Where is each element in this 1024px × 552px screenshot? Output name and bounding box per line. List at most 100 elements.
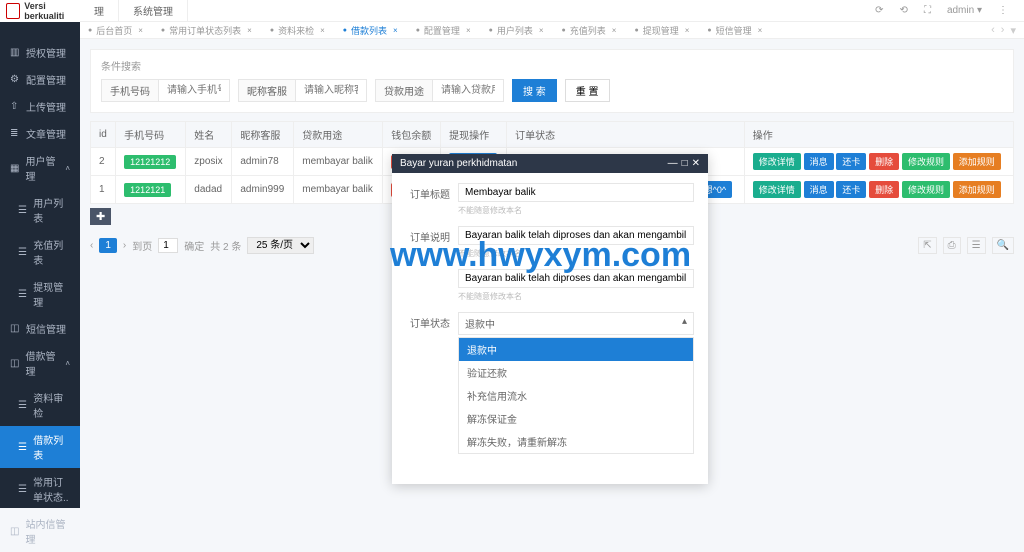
filter-input-0[interactable] <box>433 80 503 101</box>
sidebar-subitem-6-0[interactable]: ☰资料审检 <box>0 384 80 426</box>
dropdown-option[interactable]: 解冻保证金 <box>459 407 693 430</box>
maximize-icon[interactable]: □ <box>682 158 688 169</box>
tab-close-icon[interactable]: × <box>466 26 471 35</box>
column-header[interactable]: 昵称客服 <box>232 122 294 148</box>
more-icon[interactable]: ⋮ <box>998 5 1008 16</box>
tab-2[interactable]: 资料来检 × <box>262 22 333 38</box>
tab-4[interactable]: 配置管理 × <box>408 22 479 38</box>
close-icon[interactable]: ✕ <box>692 158 700 169</box>
tab-7[interactable]: 提现管理 × <box>626 22 697 38</box>
tab-close-icon[interactable]: × <box>758 26 763 35</box>
search-button[interactable]: 搜 索 <box>512 79 557 102</box>
pager-prev[interactable]: ‹ <box>90 240 93 251</box>
submenu-icon: ☰ <box>18 442 27 453</box>
sidebar-item-0[interactable]: ▥授权管理 <box>0 39 80 66</box>
top-tab-0[interactable]: 理 <box>80 0 119 21</box>
minimize-icon[interactable]: — <box>668 158 678 169</box>
tab-close-icon[interactable]: × <box>539 26 544 35</box>
op-blue[interactable]: 消息 <box>804 153 834 170</box>
op-blue[interactable]: 消息 <box>804 181 834 198</box>
reset-button[interactable]: 重 置 <box>565 79 610 102</box>
column-header[interactable]: 姓名 <box>186 122 232 148</box>
sidebar-item-7[interactable]: ◫站内信管理 <box>0 510 80 552</box>
menu-icon: ▦ <box>10 163 19 174</box>
export-icon[interactable]: ⇱ <box>918 237 936 254</box>
pager-next[interactable]: › <box>123 240 126 251</box>
pager-to-input[interactable] <box>158 238 178 253</box>
tab-close-icon[interactable]: × <box>138 26 143 35</box>
op-orange[interactable]: 添加规则 <box>953 153 1001 170</box>
expand-icon[interactable]: ⛶ <box>924 5 931 16</box>
sidebar-item-5[interactable]: ◫短信管理 <box>0 315 80 342</box>
add-button[interactable]: ✚ <box>90 208 111 225</box>
menu-icon: ▥ <box>10 47 20 58</box>
tab-close-icon[interactable]: × <box>320 26 325 35</box>
sidebar-item-3[interactable]: ≣文章管理 <box>0 120 80 147</box>
tab-6[interactable]: 充值列表 × <box>554 22 625 38</box>
op-red[interactable]: 删除 <box>869 153 899 170</box>
sidebar-subitem-4-1[interactable]: ☰充值列表 <box>0 231 80 273</box>
column-header[interactable]: 提现操作 <box>441 122 507 148</box>
op-red[interactable]: 删除 <box>869 181 899 198</box>
dropdown-option[interactable]: 解冻失败，请重新解冻 <box>459 430 693 453</box>
top-tab-1[interactable]: 系统管理 <box>119 0 188 21</box>
tab-close-icon[interactable]: × <box>685 26 690 35</box>
print-icon[interactable]: ⎙ <box>943 237 961 254</box>
sidebar-item-4[interactable]: ▦用户管理˄ <box>0 147 80 189</box>
tab-3[interactable]: 借款列表 × <box>335 22 406 38</box>
tab-1[interactable]: 常用订单状态列表 × <box>153 22 260 38</box>
phone-tag[interactable]: 1212121 <box>124 183 171 197</box>
op-orange[interactable]: 添加规则 <box>953 181 1001 198</box>
desc-input[interactable] <box>458 226 694 245</box>
pager-page[interactable]: 1 <box>99 238 117 253</box>
sidebar-subitem-4-0[interactable]: ☰用户列表 <box>0 189 80 231</box>
title-input[interactable] <box>458 183 694 202</box>
phone-tag[interactable]: 12121212 <box>124 155 176 169</box>
tab-0[interactable]: 后台首页 × <box>80 22 151 38</box>
tab-8[interactable]: 短信管理 × <box>699 22 770 38</box>
column-header[interactable]: 订单状态 <box>507 122 745 148</box>
filter-input-1[interactable] <box>296 80 366 101</box>
menu-icon: ◫ <box>10 358 19 369</box>
dropdown-option[interactable]: 退款中 <box>459 338 693 361</box>
column-header[interactable]: id <box>91 122 116 148</box>
submenu-icon: ☰ <box>18 484 27 495</box>
tab-next-icon[interactable]: › <box>1001 24 1005 37</box>
filter-input-2[interactable] <box>159 80 229 101</box>
column-header[interactable]: 钱包余额 <box>383 122 441 148</box>
user-menu[interactable]: admin ▾ <box>947 5 982 16</box>
op-green[interactable]: 修改规则 <box>902 181 950 198</box>
logo: Versi berkualiti <box>0 0 80 22</box>
refresh2-icon[interactable]: ⟲ <box>900 5 908 16</box>
tab-close-icon[interactable]: × <box>393 26 398 35</box>
pager-confirm[interactable]: 确定 <box>184 238 204 253</box>
sidebar-subitem-6-2[interactable]: ☰常用订单状态.. <box>0 468 80 510</box>
tab-close-icon[interactable]: × <box>247 26 252 35</box>
column-header[interactable]: 贷款用途 <box>294 122 383 148</box>
tab-5[interactable]: 用户列表 × <box>481 22 552 38</box>
tab-menu-icon[interactable]: ▾ <box>1010 24 1016 37</box>
op-cyan[interactable]: 修改详情 <box>753 181 801 198</box>
desc2-input[interactable] <box>458 269 694 288</box>
status-select[interactable]: 退款中▴ <box>458 312 694 335</box>
sidebar-item-1[interactable]: ⚙配置管理 <box>0 66 80 93</box>
refresh-icon[interactable]: ⟳ <box>875 5 883 16</box>
op-blue[interactable]: 还卡 <box>836 153 866 170</box>
op-green[interactable]: 修改规则 <box>902 153 950 170</box>
columns-icon[interactable]: ☰ <box>967 237 986 254</box>
search2-icon[interactable]: 🔍 <box>992 237 1014 254</box>
sidebar-item-6[interactable]: ◫借款管理˄ <box>0 342 80 384</box>
dropdown-option[interactable]: 补充信用流水 <box>459 384 693 407</box>
sidebar-subitem-4-2[interactable]: ☰提现管理 <box>0 273 80 315</box>
op-cyan[interactable]: 修改详情 <box>753 153 801 170</box>
column-header[interactable]: 操作 <box>744 122 1013 148</box>
cell-phone: 12121212 <box>116 148 186 176</box>
tab-prev-icon[interactable]: ‹ <box>991 24 995 37</box>
sidebar-item-2[interactable]: ⇧上传管理 <box>0 93 80 120</box>
pager-size[interactable]: 25 条/页 <box>247 237 314 254</box>
op-blue[interactable]: 还卡 <box>836 181 866 198</box>
sidebar-subitem-6-1[interactable]: ☰借款列表 <box>0 426 80 468</box>
dropdown-option[interactable]: 验证还款 <box>459 361 693 384</box>
tab-close-icon[interactable]: × <box>612 26 617 35</box>
column-header[interactable]: 手机号码 <box>116 122 186 148</box>
